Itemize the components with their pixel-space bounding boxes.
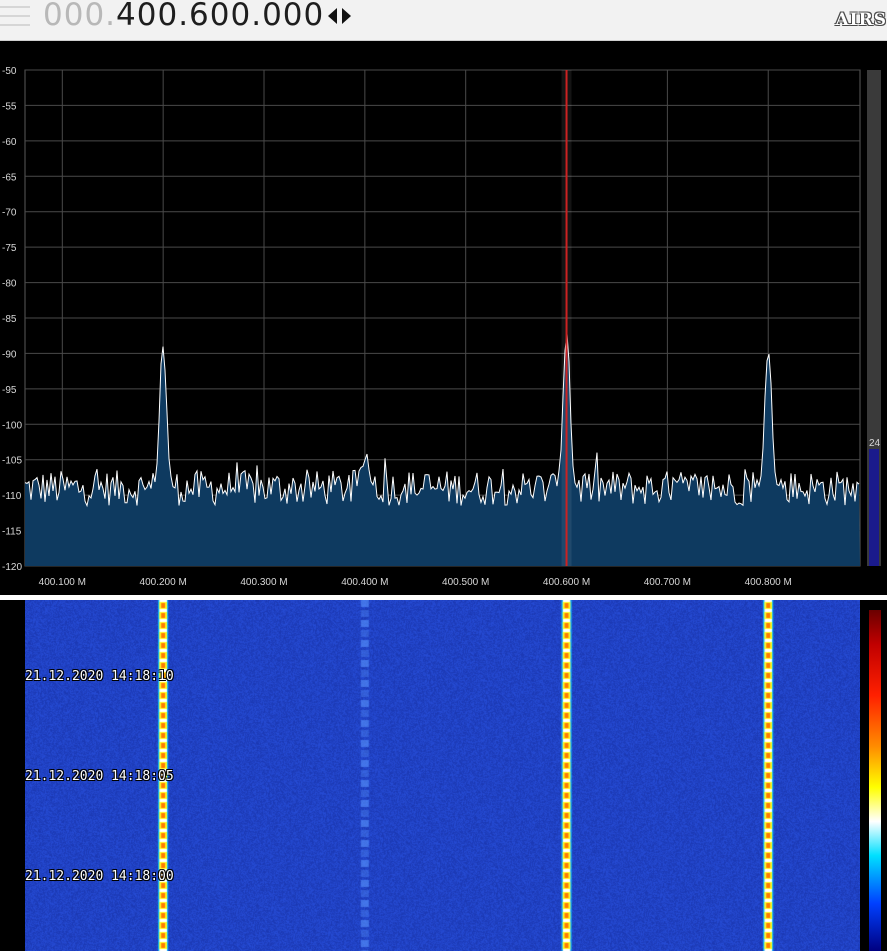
- frequency-leading-zeros[interactable]: 000.: [43, 0, 116, 33]
- x-tick-label: 400.100 M: [39, 577, 86, 588]
- spectrum-plot[interactable]: -50 -55 -60 -65 -70 -75 -80 -85 -90 -95 -100 -105 -1…: [0, 41, 887, 595]
- waterfall-timestamp: 21.12.2020 14:18:10: [25, 669, 174, 684]
- x-tick-label: 400.500 M: [442, 577, 489, 588]
- waterfall-color-scale: [869, 610, 881, 951]
- frequency-display[interactable]: 000.400.600.000: [43, 0, 324, 33]
- y-tick-label: -50: [2, 66, 17, 77]
- y-tick-label: -70: [2, 208, 17, 219]
- y-tick-label: -75: [2, 243, 17, 254]
- waterfall-timestamp: 21.12.2020 14:18:00: [25, 869, 174, 884]
- y-tick-label: -105: [2, 456, 22, 467]
- y-tick-label: -80: [2, 279, 17, 290]
- spectrum-analyzer[interactable]: -50 -55 -60 -65 -70 -75 -80 -85 -90 -95 -100 -105 -1…: [0, 41, 887, 595]
- x-tick-label: 400.800 M: [745, 577, 792, 588]
- waterfall-timestamp: 21.12.2020 14:18:05: [25, 769, 174, 784]
- x-tick-label: 400.400 M: [341, 577, 388, 588]
- airspy-logo: AIRS: [835, 10, 887, 30]
- y-tick-label: -85: [2, 314, 17, 325]
- x-tick-label: 400.700 M: [644, 577, 691, 588]
- y-tick-label: -90: [2, 349, 17, 360]
- y-tick-label: -65: [2, 172, 17, 183]
- y-tick-label: -60: [2, 137, 17, 148]
- x-tick-label: 400.300 M: [240, 577, 287, 588]
- left-right-arrows-icon[interactable]: [327, 7, 353, 25]
- waterfall-display[interactable]: 21.12.2020 14:18:10 21.12.2020 14:18:05 …: [0, 600, 887, 951]
- y-tick-label: -100: [2, 420, 22, 431]
- squelch-value: 24: [869, 438, 881, 449]
- y-tick-label: -120: [2, 562, 22, 573]
- x-tick-label: 400.600 M: [543, 577, 590, 588]
- y-tick-label: -110: [2, 491, 22, 502]
- x-tick-label: 400.200 M: [140, 577, 187, 588]
- toolbar: 000.400.600.000 AIRS: [0, 0, 887, 41]
- y-tick-label: -95: [2, 385, 17, 396]
- y-tick-label: -55: [2, 101, 17, 112]
- squelch-level-bar: [869, 449, 879, 566]
- y-tick-label: -115: [2, 527, 22, 538]
- frequency-digits[interactable]: 400.600.000: [116, 0, 324, 33]
- hamburger-menu-icon[interactable]: [0, 4, 30, 30]
